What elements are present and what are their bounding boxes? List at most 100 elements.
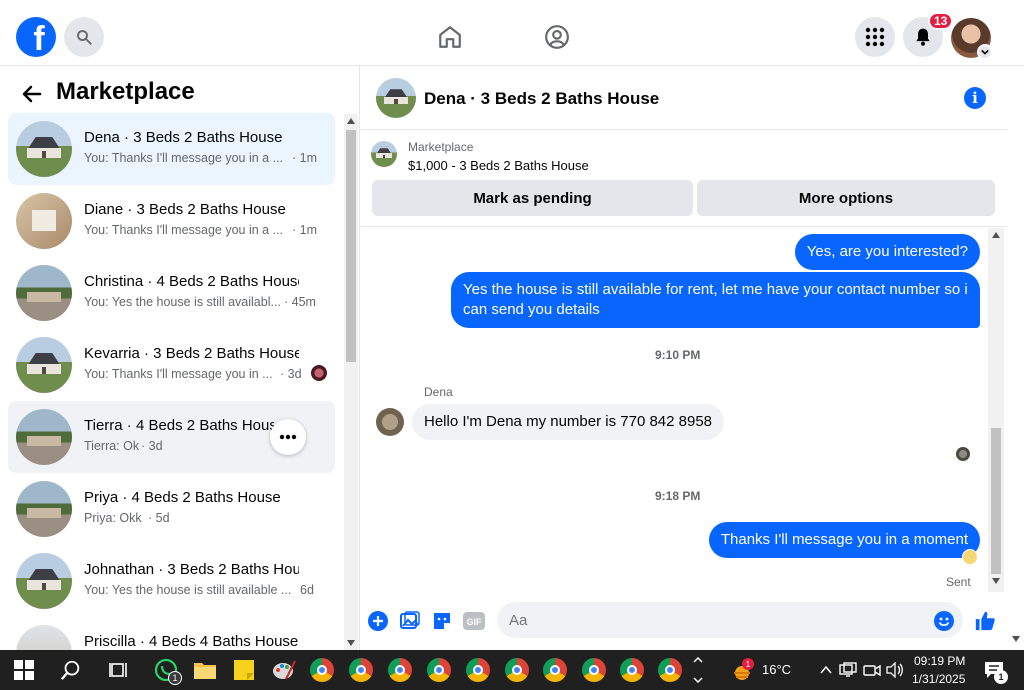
chrome-taskbar-button[interactable] [618, 656, 646, 684]
start-button[interactable] [10, 656, 38, 684]
chat-header: Dena · 3 Beds 2 Baths House i [361, 66, 1007, 130]
like-button[interactable] [974, 610, 996, 632]
conversation-name: Johnathan · 3 Beds 2 Baths House [84, 561, 299, 578]
chrome-taskbar-button[interactable] [541, 656, 569, 684]
notifications-badge: 13 [928, 12, 954, 30]
sender-name: Dena [424, 385, 453, 399]
conversation-snippet: You: Yes the house is still availabl... [84, 295, 281, 309]
page-scrollbar[interactable] [1008, 66, 1024, 650]
home-button[interactable] [436, 23, 464, 51]
listing-thumbnail[interactable] [371, 141, 397, 167]
listing-title[interactable]: $1,000 - 3 Beds 2 Baths House [408, 158, 589, 173]
mark-as-pending-button[interactable]: Mark as pending [372, 180, 693, 216]
windows-taskbar: 1 1 16°C 09:19 PM 1/31/2025 1 [0, 650, 1024, 690]
chrome-taskbar-button[interactable] [425, 656, 453, 684]
conversation-item[interactable]: Dena · 3 Beds 2 Baths House You: Thanks … [8, 113, 335, 185]
conversation-more-button[interactable] [270, 419, 306, 455]
paint-palette-icon [273, 660, 296, 680]
sticker-button[interactable] [431, 610, 453, 632]
inbox-scrollbar[interactable] [344, 114, 358, 650]
chat-title[interactable]: Dena · 3 Beds 2 Baths House [424, 89, 659, 109]
search-icon [60, 660, 80, 680]
search-button[interactable] [64, 17, 104, 57]
search-icon [77, 30, 92, 45]
conversation-name: Dena · 3 Beds 2 Baths House [84, 129, 283, 146]
notification-count-badge: 1 [994, 670, 1008, 684]
chrome-icon [505, 658, 529, 682]
thread-scrollbar[interactable] [988, 228, 1004, 592]
conversation-time: · 5d [148, 511, 170, 525]
sticky-note-icon [234, 660, 254, 680]
chrome-taskbar-button[interactable] [464, 656, 492, 684]
camera-icon [863, 664, 881, 677]
conversation-item[interactable]: Johnathan · 3 Beds 2 Baths House You: Ye… [8, 545, 335, 617]
more-dots-icon [279, 434, 297, 440]
conversation-item[interactable]: Tierra · 4 Beds 2 Baths House Tierra: Ok… [8, 401, 335, 473]
listing-kicker: Marketplace [408, 140, 474, 154]
svg-text:GIF: GIF [467, 617, 483, 627]
chrome-taskbar-button[interactable] [386, 656, 414, 684]
clock-time[interactable]: 09:19 PM [914, 654, 965, 668]
notification-center-button[interactable]: 1 [980, 656, 1008, 684]
scrollbar-thumb[interactable] [991, 428, 1001, 574]
info-icon[interactable]: i [964, 87, 986, 109]
message-input[interactable] [497, 602, 963, 638]
plus-circle-icon [368, 611, 388, 631]
chrome-taskbar-button[interactable] [503, 656, 531, 684]
timestamp: 9:10 PM [655, 348, 701, 362]
chrome-taskbar-button[interactable] [580, 656, 608, 684]
more-options-button[interactable]: More options [697, 180, 995, 216]
conversation-name: Tierra · 4 Beds 2 Baths House [84, 417, 274, 434]
account-chevron[interactable] [977, 44, 993, 60]
groups-button[interactable] [543, 23, 571, 51]
search-taskbar-button[interactable] [57, 656, 85, 684]
emoji-button[interactable] [933, 610, 955, 632]
thumbs-up-icon [975, 611, 995, 631]
chat-avatar[interactable] [376, 78, 416, 118]
reaction-emoji-icon[interactable] [962, 549, 978, 565]
conversation-item[interactable]: Priya · 4 Beds 2 Baths House Priya: Okk … [8, 473, 335, 545]
conversation-snippet: You: Thanks I'll message you in a ... [84, 151, 284, 165]
gif-button[interactable]: GIF [463, 610, 485, 632]
weather-widget[interactable]: 1 [728, 656, 756, 684]
network-icon [839, 662, 857, 677]
volume-icon [886, 662, 903, 678]
conversation-item[interactable]: Kevarria · 3 Beds 2 Baths House You: Tha… [8, 329, 335, 401]
conversation-item[interactable]: Christina · 4 Beds 2 Baths House You: Ye… [8, 257, 335, 329]
back-button[interactable] [20, 82, 44, 106]
facebook-logo[interactable]: f [16, 17, 56, 57]
sticky-notes-button[interactable] [230, 656, 258, 684]
clock-date[interactable]: 1/31/2025 [912, 672, 965, 686]
chevron-up-icon [820, 666, 832, 674]
photo-button[interactable] [399, 610, 421, 632]
chrome-taskbar-button[interactable] [308, 656, 336, 684]
gif-icon: GIF [463, 612, 485, 630]
conversation-item[interactable]: Diane · 3 Beds 2 Baths House You: Thanks… [8, 185, 335, 257]
volume-tray-button[interactable] [881, 656, 909, 684]
chrome-icon [658, 658, 682, 682]
scrollbar-thumb[interactable] [346, 130, 356, 362]
file-explorer-button[interactable] [191, 656, 219, 684]
chrome-taskbar-button[interactable] [347, 656, 375, 684]
listing-thumbnail [16, 265, 72, 321]
chrome-icon [310, 658, 334, 682]
sender-avatar[interactable] [376, 408, 404, 436]
conversation-snippet: You: Yes the house is still available ..… [84, 583, 292, 597]
add-button[interactable] [367, 610, 389, 632]
whatsapp-taskbar-button[interactable]: 1 [152, 656, 182, 685]
menu-button[interactable] [855, 17, 895, 57]
chevron-up-icon [693, 657, 703, 663]
conversation-item[interactable]: Priscilla · 4 Beds 4 Baths House [8, 617, 335, 650]
read-receipt-avatar [956, 447, 970, 461]
chrome-taskbar-button[interactable] [656, 656, 684, 684]
conversation-time: · 45m [284, 295, 316, 309]
task-view-button[interactable] [105, 656, 133, 684]
task-view-icon [109, 663, 127, 677]
taskbar-overflow[interactable] [690, 650, 706, 690]
grid-menu-icon [865, 27, 885, 47]
whatsapp-count-badge: 1 [168, 671, 182, 685]
message-composer: GIF [361, 592, 1024, 650]
weather-temperature[interactable]: 16°C [762, 662, 791, 677]
paint-button[interactable] [270, 656, 298, 684]
conversation-name: Christina · 4 Beds 2 Baths House [84, 273, 299, 290]
